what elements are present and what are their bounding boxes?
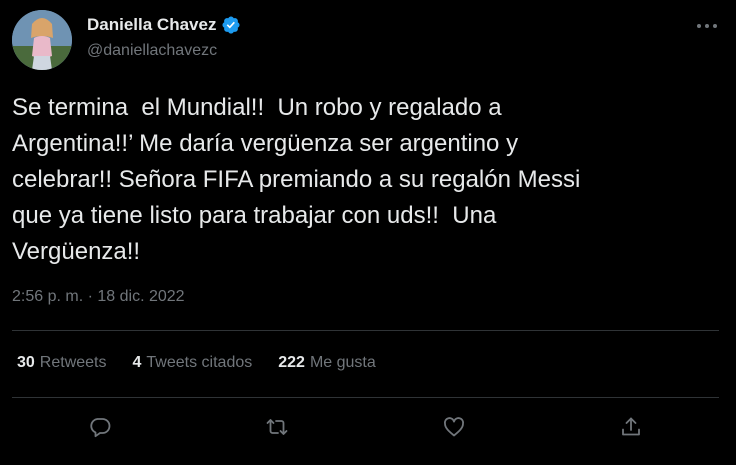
likes-label: Me gusta [309,354,376,371]
handle[interactable]: @daniellachavezc [87,42,217,60]
display-name-row[interactable]: Daniella Chavez [87,15,241,35]
engagement-stats: 30 Retweets 4 Tweets citados 222 Me gust… [17,354,376,372]
retweets-stat[interactable]: 30 Retweets [17,354,107,372]
reply-button[interactable] [86,413,114,441]
tweet-text: Se termina el Mundial!! Un robo y regala… [12,94,581,265]
retweets-label: Retweets [39,354,107,371]
likes-stat[interactable]: 222 Me gusta [278,354,376,372]
retweet-button[interactable] [263,413,291,441]
like-button[interactable] [440,413,468,441]
quote-tweets-label: Tweets citados [146,354,253,371]
quote-tweets-stat[interactable]: 4 Tweets citados [133,354,253,372]
display-name[interactable]: Daniella Chavez [87,15,216,35]
quote-tweets-count: 4 [132,354,142,371]
avatar[interactable] [12,10,72,70]
verified-badge-icon [221,15,241,35]
divider [12,330,719,331]
likes-count: 222 [278,354,305,371]
tweet-timestamp[interactable]: 2:56 p. m. · 18 dic. 2022 [12,288,185,306]
avatar-photo [12,10,72,70]
retweets-count: 30 [17,354,35,371]
retweet-icon [266,419,288,435]
share-icon [622,417,640,436]
tweet-card: Daniella Chavez @daniellachavezc Se term… [0,0,736,465]
like-icon [443,417,465,437]
more-options-icon[interactable] [692,15,722,37]
reply-icon [90,418,111,438]
divider [12,397,719,398]
share-button[interactable] [617,413,645,441]
